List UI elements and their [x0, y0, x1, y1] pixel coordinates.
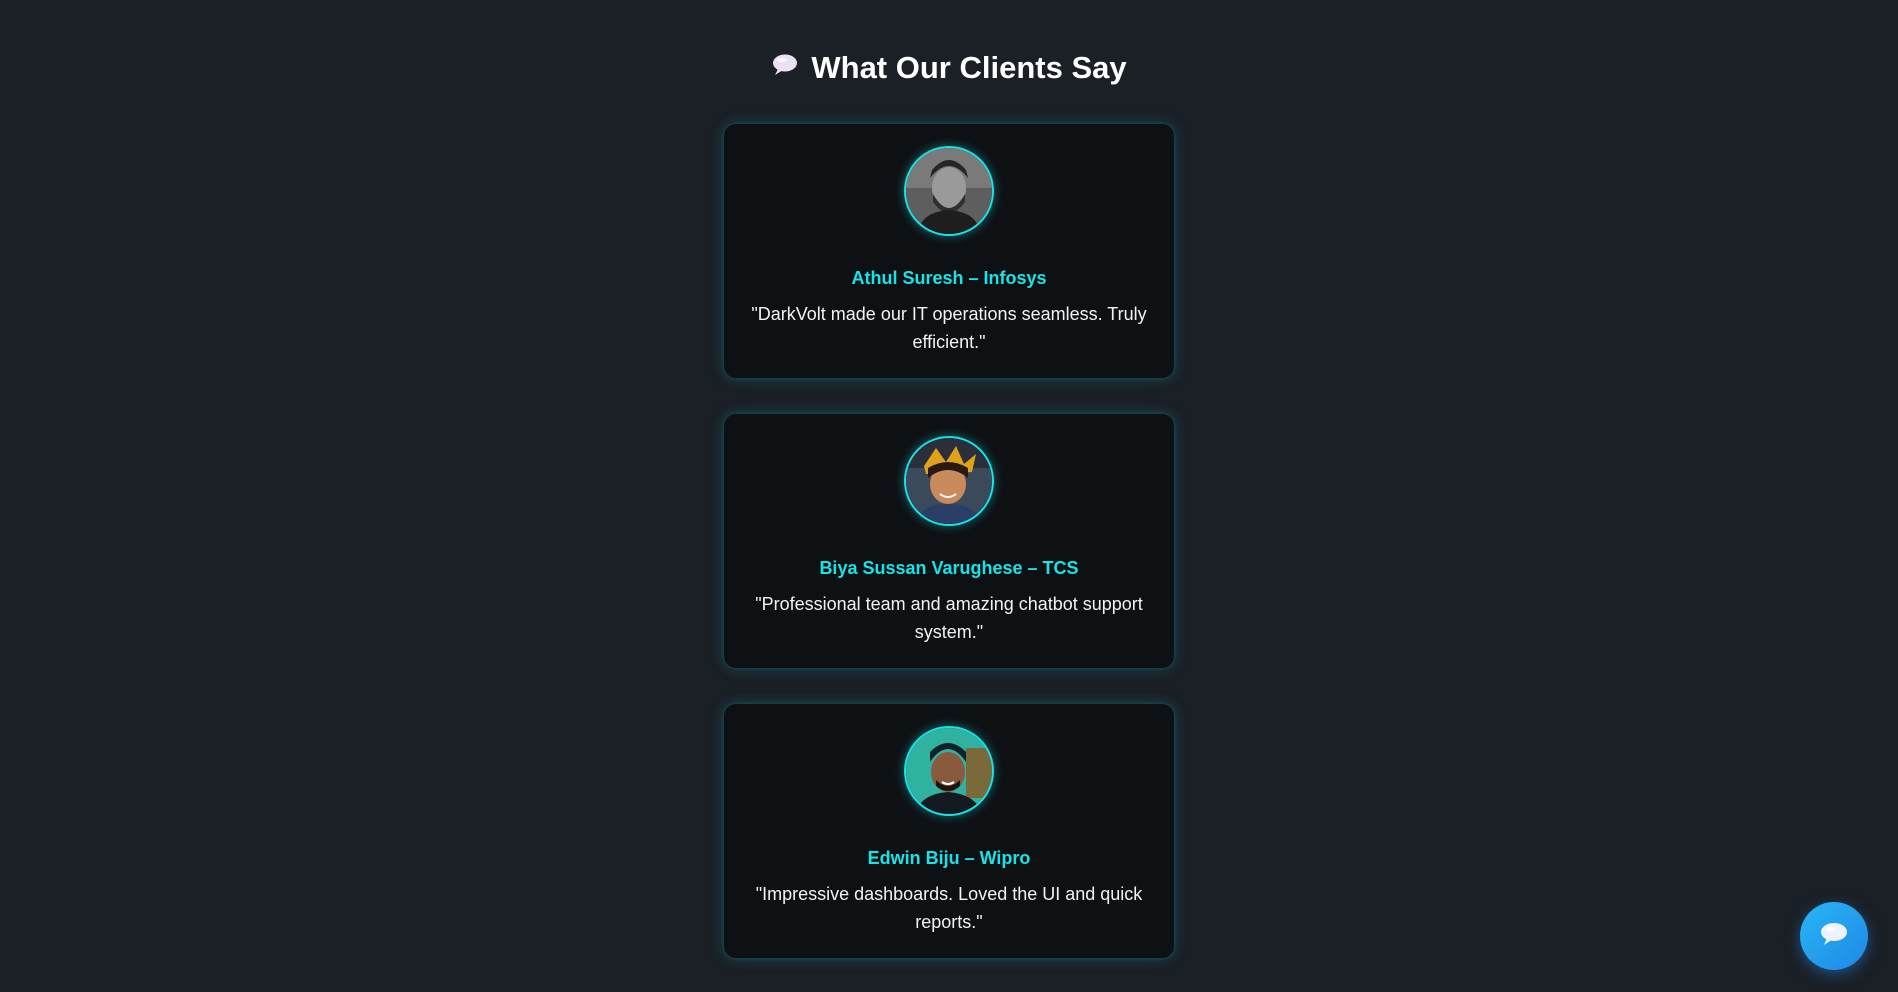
avatar: [904, 146, 994, 236]
section-heading: What Our Clients Say: [0, 48, 1898, 88]
chat-button[interactable]: [1800, 902, 1868, 970]
testimonial-quote: "DarkVolt made our IT operations seamles…: [751, 304, 1147, 352]
testimonial-card: Biya Sussan Varughese – TCS "Professiona…: [724, 414, 1174, 668]
testimonial-card: Athul Suresh – Infosys "DarkVolt made ou…: [724, 124, 1174, 378]
client-name: Biya Sussan Varughese – TCS: [819, 558, 1079, 578]
client-name: Edwin Biju – Wipro: [867, 848, 1031, 868]
avatar: [904, 726, 994, 816]
avatar: [904, 436, 994, 526]
client-name: Athul Suresh – Infosys: [851, 268, 1047, 288]
section-title: What Our Clients Say: [811, 50, 1127, 85]
chat-bubble-icon: [1819, 921, 1849, 952]
testimonial-card: Edwin Biju – Wipro "Impressive dashboard…: [724, 704, 1174, 958]
speech-bubble-icon: [771, 47, 799, 87]
testimonials-section: What Our Clients Say Athul Suresh – Info…: [0, 0, 1898, 992]
testimonial-quote: "Impressive dashboards. Loved the UI and…: [755, 884, 1143, 932]
testimonial-quote: "Professional team and amazing chatbot s…: [755, 594, 1143, 642]
